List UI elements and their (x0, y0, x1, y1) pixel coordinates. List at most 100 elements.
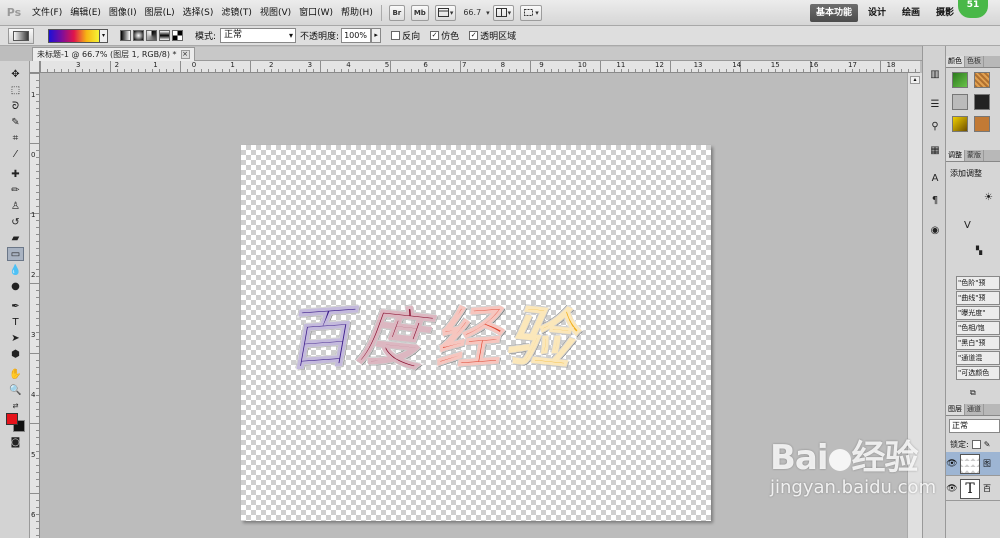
brush-tool-icon[interactable]: ✏ (7, 183, 24, 197)
preset-channel-mixer[interactable]: "通道混 (956, 351, 1000, 365)
opacity-slider-toggle[interactable]: ▸ (371, 28, 382, 43)
type-tool-icon[interactable]: T (7, 315, 24, 329)
layer-row[interactable]: 👁 T 百 (946, 477, 1000, 501)
gradient-picker[interactable] (48, 28, 100, 43)
workspace-design[interactable]: 设计 (862, 4, 892, 22)
menu-filter[interactable]: 滤镜(T) (217, 0, 256, 26)
close-icon[interactable]: × (180, 50, 190, 59)
panel-footer-icon[interactable]: ⧉ (970, 388, 976, 398)
quick-mask-icon[interactable]: ◙ (7, 435, 24, 449)
reflected-gradient-button[interactable] (159, 30, 170, 41)
eyedropper-tool-icon[interactable]: ⁄ (7, 147, 24, 161)
preset-levels[interactable]: "色阶"预 (956, 276, 1000, 290)
menu-layer[interactable]: 图层(L) (141, 0, 179, 26)
tab-color[interactable]: 颜色 (946, 56, 965, 67)
menu-select[interactable]: 选择(S) (179, 0, 218, 26)
eraser-tool-icon[interactable]: ▰ (7, 231, 24, 245)
gradient-dropdown-icon[interactable]: ▾ (100, 28, 108, 43)
dither-option[interactable]: ✓ 仿色 (430, 29, 459, 42)
radial-gradient-button[interactable] (133, 30, 144, 41)
bridge-button[interactable]: Br (388, 4, 405, 21)
style-swatch[interactable] (952, 94, 968, 110)
preset-hue-saturation[interactable]: "色相/饱 (956, 321, 1000, 335)
tab-masks[interactable]: 蒙版 (965, 150, 984, 161)
transparency-option[interactable]: ✓ 透明区域 (469, 29, 516, 42)
angle-gradient-button[interactable] (146, 30, 157, 41)
hand-tool-icon[interactable]: ✋ (7, 367, 24, 381)
brightness-icon[interactable]: ☀ (984, 192, 993, 203)
mini-bridge-icon[interactable]: ▥ (927, 66, 943, 82)
style-swatch[interactable] (974, 94, 990, 110)
paragraph-panel-icon[interactable]: ¶ (927, 192, 943, 208)
workspace-photography[interactable]: 摄影 (930, 4, 960, 22)
reverse-option[interactable]: 反向 (391, 29, 420, 42)
marquee-tool-icon[interactable]: ⬚ (7, 83, 24, 97)
crop-tool-icon[interactable]: ⌗ (7, 131, 24, 145)
character-panel-icon[interactable]: A (927, 170, 943, 186)
swap-colors-icon[interactable]: ⇄ (7, 399, 24, 413)
screen-mode-button[interactable]: ▾ (520, 4, 542, 21)
clone-stamp-tool-icon[interactable]: ♙ (7, 199, 24, 213)
blur-tool-icon[interactable]: 💧 (7, 263, 24, 277)
tab-layers[interactable]: 图层 (946, 404, 965, 415)
linear-gradient-button[interactable] (120, 30, 131, 41)
document-tab[interactable]: 未标题-1 @ 66.7% (图层 1, RGB/8) * × (32, 47, 195, 61)
healing-brush-tool-icon[interactable]: ✚ (7, 167, 24, 181)
foreground-color-swatch[interactable] (6, 413, 18, 425)
history-brush-tool-icon[interactable]: ↺ (7, 215, 24, 229)
style-swatch[interactable] (974, 116, 990, 132)
menu-view[interactable]: 视图(V) (256, 0, 295, 26)
dither-checkbox[interactable]: ✓ (430, 31, 440, 40)
menu-edit[interactable]: 编辑(E) (66, 0, 105, 26)
workspace-painting[interactable]: 绘画 (896, 4, 926, 22)
quick-select-tool-icon[interactable]: ✎ (7, 115, 24, 129)
workspace-essentials[interactable]: 基本功能 (810, 4, 859, 22)
tab-adjustments[interactable]: 调整 (946, 150, 965, 161)
lasso-tool-icon[interactable]: ᘐ (7, 99, 24, 113)
arrange-documents-button[interactable]: ▾ (492, 4, 515, 21)
tab-channels[interactable]: 通道 (965, 404, 984, 415)
lock-pixels-icon[interactable]: ✎ (984, 440, 991, 449)
style-swatch[interactable] (974, 72, 990, 88)
opacity-input[interactable]: 100% (341, 28, 372, 43)
lock-transparency-checkbox[interactable] (971, 440, 981, 449)
mode-select[interactable]: 正常 (220, 28, 297, 43)
path-select-tool-icon[interactable]: ➤ (7, 331, 24, 345)
image-canvas[interactable]: 百度经验 (241, 145, 711, 521)
ruler-origin[interactable] (30, 61, 40, 73)
menu-help[interactable]: 帮助(H) (337, 0, 377, 26)
menu-window[interactable]: 窗口(W) (295, 0, 337, 26)
preset-black-white[interactable]: "黑白"预 (956, 336, 1000, 350)
dodge-tool-icon[interactable]: ● (7, 279, 24, 293)
style-swatch[interactable] (952, 72, 968, 88)
view-extras-button[interactable]: ▾ (434, 4, 457, 21)
preset-exposure[interactable]: "曝光度" (956, 306, 1000, 320)
vibrance-icon[interactable]: V (964, 220, 971, 231)
move-tool-icon[interactable]: ✥ (7, 67, 24, 81)
zoom-level[interactable]: 66.7 (463, 8, 481, 17)
horizontal-ruler[interactable]: 321012345678910111213141516171819 (40, 61, 920, 73)
properties-icon[interactable]: ☰ (927, 96, 943, 112)
menu-image[interactable]: 图像(I) (105, 0, 141, 26)
preset-curves[interactable]: "曲线"预 (956, 291, 1000, 305)
layer-row[interactable]: 👁 图 (946, 452, 1000, 476)
notes-icon[interactable]: ◉ (927, 222, 943, 238)
pen-tool-icon[interactable]: ✒ (7, 299, 24, 313)
style-swatch[interactable] (952, 116, 968, 132)
preset-selective-color[interactable]: "可选颜色 (956, 366, 1000, 380)
menu-file[interactable]: 文件(F) (28, 0, 66, 26)
channel-mixer-icon[interactable]: ▚ (976, 246, 982, 255)
vertical-ruler[interactable]: 1 0 1 2 3 4 5 6 (30, 73, 40, 538)
diamond-gradient-button[interactable] (172, 30, 183, 41)
shape-tool-icon[interactable]: ⬢ (7, 347, 24, 361)
tool-preset-picker[interactable] (8, 27, 34, 44)
brush-panel-icon[interactable]: ▦ (927, 142, 943, 158)
gradient-tool-icon[interactable]: ▭ (7, 247, 24, 261)
visibility-eye-icon[interactable]: 👁 (946, 459, 958, 469)
layer-blend-mode-select[interactable]: 正常 (949, 419, 1000, 433)
scroll-up-icon[interactable]: ▴ (910, 76, 920, 84)
visibility-eye-icon[interactable]: 👁 (946, 484, 958, 494)
tab-swatches[interactable]: 色板 (965, 56, 984, 67)
mini-bridge-button[interactable]: Mb (410, 4, 429, 21)
transparency-checkbox[interactable]: ✓ (469, 31, 479, 40)
